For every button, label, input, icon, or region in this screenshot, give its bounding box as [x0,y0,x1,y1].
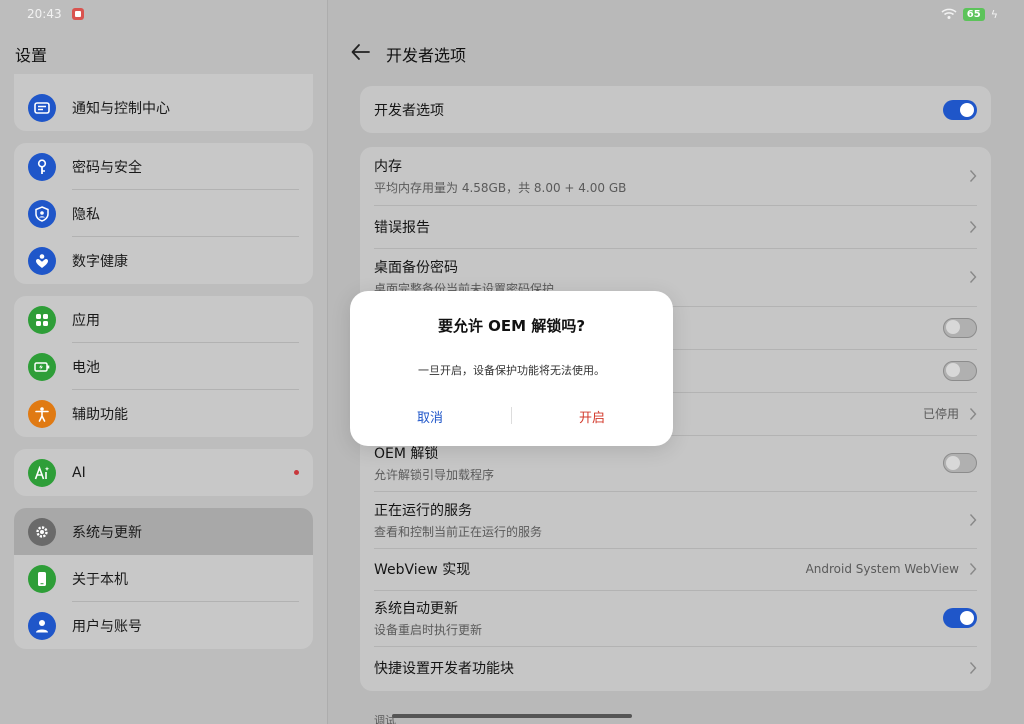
dev-options-row[interactable]: 开发者选项 [360,86,991,133]
digital-health-icon [28,246,56,275]
user-icon [28,611,56,640]
dev-options-toggle[interactable] [943,99,977,120]
settings-sidebar: 设置 通知与控制中心 密码与安全 隐私 数字健康 应用 电池 辅助功能 AI 系… [0,0,328,724]
row-title: 系统自动更新 [374,601,458,617]
row-title: 快捷设置开发者功能块 [374,661,514,677]
row-title: OEM 解锁 [374,446,439,462]
sidebar-item-privacy[interactable]: 隐私 [14,190,313,237]
status-bar: 20:43 65 ϟ [0,0,1024,28]
clock: 20:43 [27,7,62,21]
chevron-right-icon [969,662,977,674]
ai-icon [28,458,56,487]
sidebar-group-4: AI [14,449,313,496]
sidebar-item-battery[interactable]: 电池 [14,343,313,390]
privacy-shield-icon [28,199,56,228]
sidebar-item-users-accounts[interactable]: 用户与账号 [14,602,313,649]
home-indicator[interactable] [392,714,632,718]
sidebar-item-label: 应用 [72,312,100,329]
chevron-right-icon [969,170,977,182]
notification-dot [294,470,299,475]
sidebar-group-3: 应用 电池 辅助功能 [14,296,313,437]
row-title: 正在运行的服务 [374,502,472,519]
battery-icon [28,352,56,381]
dialog-message: 一旦开启，设备保护功能将无法使用。 [418,364,605,377]
row-value: 已停用 [922,407,959,421]
auto-update-toggle[interactable] [943,608,977,628]
oem-unlock-dialog: 要允许 OEM 解锁吗? 一旦开启，设备保护功能将无法使用。 取消 开启 [350,291,673,446]
apps-icon [28,305,56,334]
row-title: 错误报告 [374,219,430,236]
sidebar-item-system-update[interactable]: 系统与更新 [14,508,313,555]
phone-icon [28,564,56,593]
battery-indicator: 65 [962,7,985,21]
dialog-title: 要允许 OEM 解锁吗? [437,317,586,335]
chevron-right-icon [969,220,977,233]
sidebar-item-label: 辅助功能 [72,406,128,423]
sidebar-group-5: 系统与更新 关于本机 用户与账号 [14,508,313,649]
sidebar-item-partial[interactable] [14,74,313,84]
quick-tiles-row[interactable]: 快捷设置开发者功能块 [360,646,991,690]
setting-toggle[interactable] [943,317,977,338]
notification-icon [28,93,56,122]
sidebar-list[interactable]: 通知与控制中心 密码与安全 隐私 数字健康 应用 电池 辅助功能 AI 系统与更… [14,74,313,724]
sidebar-group-1: 通知与控制中心 [14,74,313,131]
sidebar-item-notifications[interactable]: 通知与控制中心 [14,84,313,131]
chevron-right-icon [969,563,977,575]
sidebar-title: 设置 [15,46,48,65]
row-subtitle: 设备重启时执行更新 [374,623,483,637]
sidebar-item-apps[interactable]: 应用 [14,296,313,343]
row-value: Android System WebView [805,562,959,576]
page-title: 开发者选项 [386,46,467,65]
sidebar-item-ai[interactable]: AI [14,449,313,496]
memory-row[interactable]: 内存 平均内存用量为 4.58GB，共 8.00 + 4.00 GB [360,147,991,205]
gear-icon [28,517,56,546]
sidebar-item-label: 数字健康 [72,253,128,270]
charging-icon: ϟ [990,7,998,21]
sidebar-item-label: 通知与控制中心 [72,100,170,117]
app-notification-icon [71,8,84,20]
chevron-right-icon [969,407,977,420]
row-title: 桌面备份密码 [374,260,458,276]
running-services-row[interactable]: 正在运行的服务 查看和控制当前正在运行的服务 [360,491,991,548]
sidebar-item-label: 密码与安全 [72,159,142,176]
key-icon [28,152,56,181]
chevron-right-icon [969,271,977,283]
bug-report-row[interactable]: 错误报告 [360,205,991,248]
row-subtitle: 允许解锁引导加载程序 [374,468,495,482]
accessibility-icon [28,399,56,428]
sidebar-item-about[interactable]: 关于本机 [14,555,313,602]
dev-options-card: 开发者选项 [360,86,991,133]
oem-unlock-toggle[interactable] [943,453,977,473]
row-subtitle: 平均内存用量为 4.58GB，共 8.00 + 4.00 GB [374,181,627,195]
row-title: 开发者选项 [374,102,444,119]
sidebar-item-label: AI [72,464,86,481]
sidebar-item-label: 用户与账号 [72,618,142,635]
sidebar-item-label: 系统与更新 [72,524,142,541]
row-subtitle: 查看和控制当前正在运行的服务 [374,524,543,539]
sidebar-item-digital-health[interactable]: 数字健康 [14,237,313,284]
enable-button[interactable]: 开启 [512,407,672,426]
row-title: WebView 实现 [374,562,471,578]
auto-update-row[interactable]: 系统自动更新 设备重启时执行更新 [360,590,991,646]
sidebar-item-accessibility[interactable]: 辅助功能 [14,390,313,437]
setting-toggle[interactable] [943,360,977,381]
chevron-right-icon [969,513,977,526]
sidebar-group-2: 密码与安全 隐私 数字健康 [14,143,313,284]
row-title: 内存 [374,159,402,175]
wifi-icon [941,8,957,19]
sidebar-item-label: 隐私 [72,206,100,223]
webview-row[interactable]: WebView 实现 Android System WebView [360,548,991,590]
cancel-button[interactable]: 取消 [350,407,510,426]
back-arrow-icon[interactable] [349,40,373,64]
sidebar-item-password-security[interactable]: 密码与安全 [14,143,313,190]
sidebar-item-label: 电池 [72,359,100,376]
sidebar-item-label: 关于本机 [72,571,128,588]
